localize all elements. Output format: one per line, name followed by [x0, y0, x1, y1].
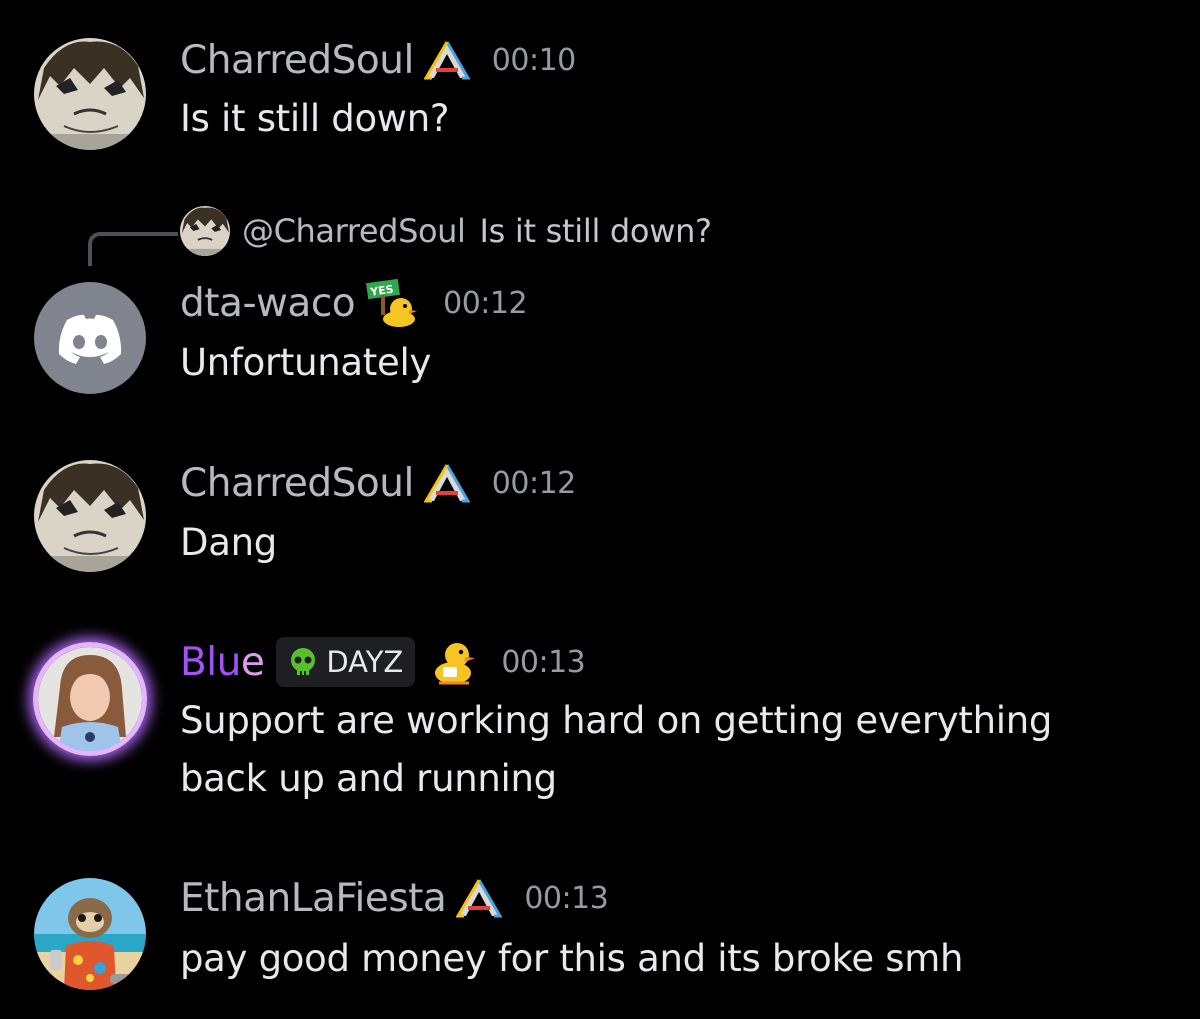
yes-duck-icon: YES: [365, 279, 421, 327]
reply-mention[interactable]: @CharredSoul: [242, 212, 466, 250]
username[interactable]: Blue: [180, 639, 265, 685]
message-header: dta-waco YES 00:12: [180, 279, 528, 327]
message-text: Support are working hard on getting ever…: [180, 692, 1052, 808]
timestamp: 00:12: [443, 285, 528, 321]
guild-tag[interactable]: DAYZ: [276, 637, 416, 687]
ark-icon: [423, 40, 470, 80]
timestamp: 00:13: [524, 880, 609, 916]
timestamp: 00:13: [501, 644, 586, 680]
message-header: CharredSoul 00:10: [180, 36, 576, 84]
discord-logo-icon: [58, 314, 122, 364]
username[interactable]: CharredSoul: [180, 38, 414, 83]
chat-log: CharredSoul 00:10 Is it still down? @Cha…: [0, 0, 1200, 1019]
message-text: Is it still down?: [180, 97, 450, 140]
message-text: pay good money for this and its broke sm…: [180, 937, 964, 980]
message-line: Support are working hard on getting ever…: [180, 699, 1053, 742]
message-header: EthanLaFiesta 00:13: [180, 874, 609, 922]
message-line: back up and running: [180, 757, 557, 800]
avatar[interactable]: [33, 642, 147, 756]
avatar[interactable]: [34, 38, 146, 150]
message-text: Unfortunately: [180, 341, 432, 384]
message-header: CharredSoul 00:12: [180, 459, 576, 507]
username[interactable]: EthanLaFiesta: [180, 876, 447, 921]
reply-connector: [88, 232, 178, 266]
username-main: Blu: [180, 639, 241, 685]
username-tail: e: [240, 639, 265, 685]
timestamp: 00:12: [491, 465, 576, 501]
message-header: Blue DAYZ 00:13: [180, 637, 586, 687]
avatar[interactable]: [34, 878, 146, 990]
reply-text: Is it still down?: [479, 212, 712, 250]
duck-icon: [429, 637, 479, 687]
message-text: Dang: [180, 521, 277, 564]
reply-content[interactable]: @CharredSoul Is it still down?: [180, 206, 712, 256]
ark-icon: [423, 463, 470, 503]
avatar[interactable]: [34, 282, 146, 394]
skull-icon: [288, 647, 318, 677]
timestamp: 00:10: [491, 42, 576, 78]
username[interactable]: CharredSoul: [180, 461, 414, 506]
ark-icon: [456, 878, 503, 918]
guild-tag-label: DAYZ: [326, 645, 404, 679]
username[interactable]: dta-waco: [180, 281, 356, 326]
avatar[interactable]: [34, 460, 146, 572]
reply-avatar: [180, 206, 230, 256]
